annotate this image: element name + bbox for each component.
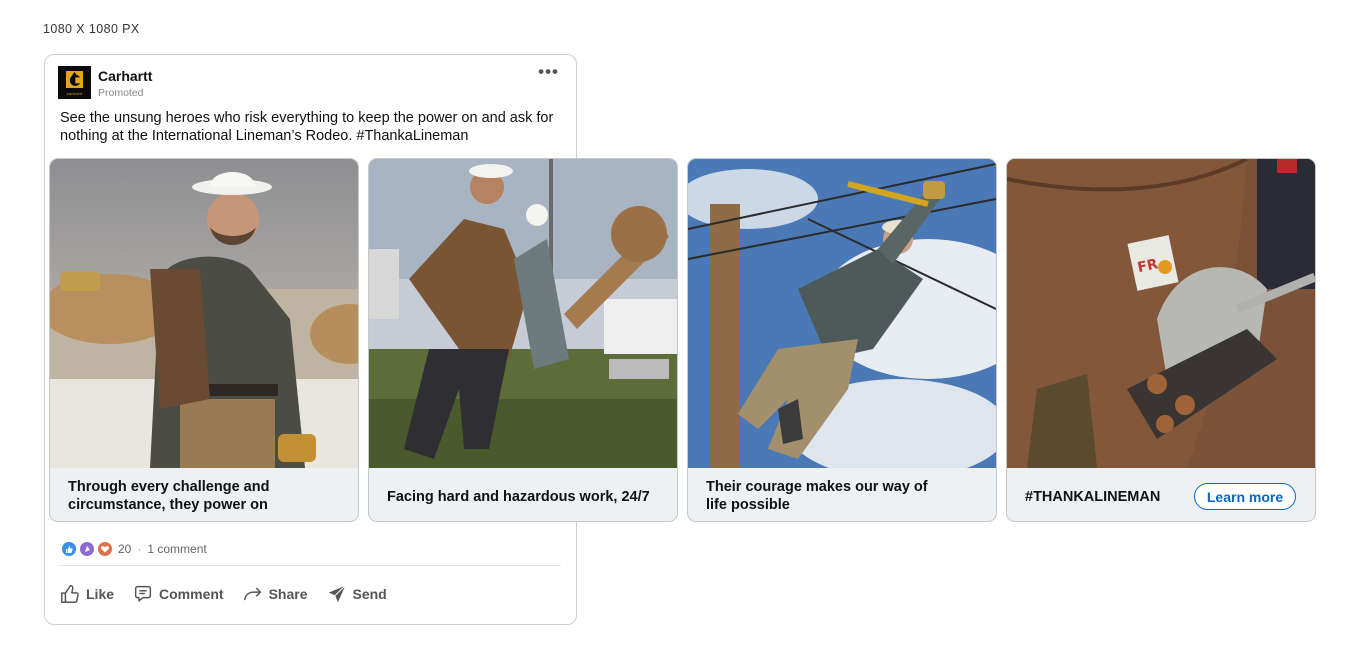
reaction-count: 20 <box>118 542 132 556</box>
carousel-card-1[interactable]: Through every challenge and circumstance… <box>49 158 359 522</box>
action-bar: Like Comment Share Send <box>59 583 405 605</box>
love-reaction-icon <box>98 542 112 556</box>
like-button[interactable]: Like <box>59 583 114 605</box>
post-text: See the unsung heroes who risk everythin… <box>60 110 554 144</box>
thumbs-up-icon <box>61 585 79 603</box>
card-caption: Their courage makes our way of life poss… <box>706 479 928 513</box>
logo-wordmark: carhartt <box>66 91 83 96</box>
carousel-card-2[interactable]: Facing hard and hazardous work, 24/7 <box>368 158 678 522</box>
canvas-size-label: 1080 X 1080 PX <box>43 22 140 36</box>
lineman-portrait-photo <box>50 159 358 468</box>
separator-dot: · <box>137 542 142 556</box>
lineman-hauling-pole-photo <box>369 159 677 468</box>
send-button[interactable]: Send <box>326 583 387 605</box>
share-button[interactable]: Share <box>242 583 308 605</box>
carousel-card-3[interactable]: Their courage makes our way of life poss… <box>687 158 997 522</box>
lineman-climbing-pole-photo <box>688 159 996 468</box>
share-arrow-icon <box>243 587 261 601</box>
promoted-label: Promoted <box>98 87 144 99</box>
carhartt-c-logo-icon <box>66 71 83 88</box>
send-paper-plane-icon <box>328 585 346 603</box>
brand-name[interactable]: Carhartt <box>98 68 152 84</box>
carousel-card-4[interactable]: FR #THANKALINEMAN Learn more <box>1006 158 1316 522</box>
card-caption: Facing hard and hazardous work, 24/7 <box>387 489 650 505</box>
comment-icon <box>134 585 152 602</box>
brand-logo[interactable]: carhartt <box>58 66 91 99</box>
send-label: Send <box>352 586 387 602</box>
divider <box>58 565 561 566</box>
card-caption: #THANKALINEMAN <box>1025 489 1161 505</box>
comment-label: Comment <box>159 586 224 602</box>
comment-count[interactable]: 1 comment <box>147 542 206 556</box>
social-counts[interactable]: 20 · 1 comment <box>62 541 207 557</box>
more-options-icon[interactable]: ••• <box>538 63 559 80</box>
comment-button[interactable]: Comment <box>132 583 224 605</box>
like-label: Like <box>86 586 115 602</box>
learn-more-button[interactable]: Learn more <box>1194 483 1296 510</box>
share-label: Share <box>268 586 308 602</box>
gloved-hand-pliers-photo: FR <box>1007 159 1315 468</box>
card-caption: Through every challenge and circumstance… <box>68 479 270 513</box>
like-reaction-icon <box>62 542 76 556</box>
celebrate-reaction-icon <box>80 542 94 556</box>
